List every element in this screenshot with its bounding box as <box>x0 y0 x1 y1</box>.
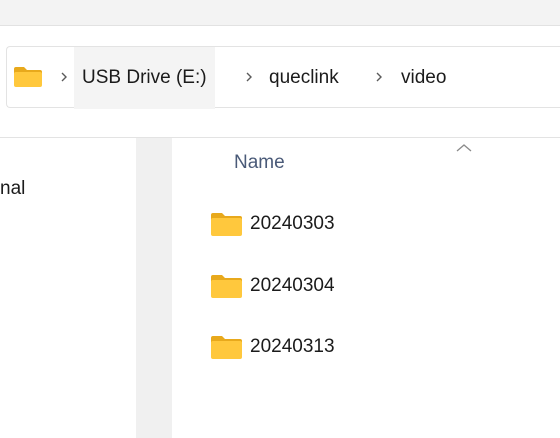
sort-ascending-icon[interactable] <box>455 140 473 152</box>
file-name: 20240303 <box>250 213 335 234</box>
nav-item-label[interactable]: nal <box>0 178 25 200</box>
list-item[interactable]: 20240303 <box>210 208 530 240</box>
column-header-name[interactable]: Name <box>234 152 285 174</box>
folder-icon <box>210 273 243 299</box>
breadcrumb-queclink[interactable]: queclink <box>269 47 339 109</box>
divider <box>0 25 560 26</box>
chevron-right-icon[interactable] <box>242 65 256 89</box>
title-bar-area <box>0 0 560 25</box>
list-item[interactable]: 20240313 <box>210 331 530 363</box>
folder-icon <box>210 211 243 237</box>
file-name: 20240304 <box>250 275 335 296</box>
chevron-right-icon[interactable] <box>57 65 71 89</box>
breadcrumb-usb-drive[interactable]: USB Drive (E:) <box>74 47 215 109</box>
list-item[interactable]: 20240304 <box>210 270 530 302</box>
file-explorer-window: USB Drive (E:) queclink video nal Name 2… <box>0 0 560 438</box>
file-name: 20240313 <box>250 336 335 357</box>
folder-icon <box>12 65 44 89</box>
breadcrumb-video[interactable]: video <box>401 47 446 109</box>
address-bar[interactable]: USB Drive (E:) queclink video <box>6 46 560 109</box>
chevron-right-icon[interactable] <box>372 65 386 89</box>
folder-icon <box>210 334 243 360</box>
navigation-scrollbar[interactable] <box>136 138 172 438</box>
